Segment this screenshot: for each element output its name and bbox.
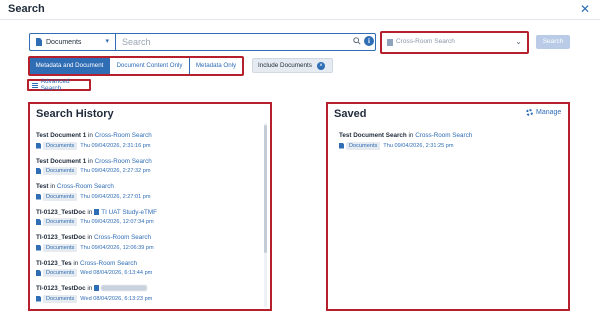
entry-location-link[interactable]: Cross-Room Search xyxy=(94,234,151,241)
gear-icon xyxy=(526,109,533,116)
close-icon[interactable]: ✕ xyxy=(580,2,590,16)
history-entry[interactable]: Test Document 1 in Cross-Room Search Doc… xyxy=(36,157,258,183)
entry-badge: Documents xyxy=(43,167,78,175)
entry-badge: Documents xyxy=(43,192,78,201)
search-icon[interactable] xyxy=(353,37,361,45)
advanced-search-label: Advanced Search xyxy=(40,78,70,92)
history-scroll-thumb[interactable] xyxy=(264,125,267,253)
history-entry[interactable]: Test in Cross-Room Search Documents Thu 0… xyxy=(36,182,258,208)
document-icon xyxy=(36,295,41,302)
cross-room-dropdown[interactable]: Cross-Room Search ⌄ xyxy=(380,31,529,54)
entry-location-link[interactable]: Cross-Room Search xyxy=(80,260,137,267)
entry-in-text: in xyxy=(408,132,414,139)
document-icon xyxy=(36,168,41,174)
include-documents-pill[interactable]: Include Documents × xyxy=(252,58,333,73)
history-entry[interactable]: TI-0123_Tes in Cross-Room Search Documen… xyxy=(36,259,258,285)
entry-badge: Documents xyxy=(43,269,78,277)
entry-name: TI-0123_TestDoc xyxy=(36,234,86,241)
entry-in-text: in xyxy=(88,132,93,139)
manage-label: Manage xyxy=(536,109,562,116)
entry-date: Thu 09/04/2026, 2:31:25 pm xyxy=(383,142,454,149)
entry-location-link[interactable]: Cross-Room Search xyxy=(95,158,152,165)
saved-title: Saved xyxy=(334,108,367,120)
entry-date: Thu 09/04/2026, 12:06:39 pm xyxy=(80,244,154,251)
document-icon xyxy=(36,219,41,225)
entry-badge: Documents xyxy=(43,294,78,303)
study-room-icon xyxy=(94,285,100,291)
toggle-metadata-only[interactable]: Metadata Only xyxy=(190,58,242,74)
search-mode-toggle: Metadata and Document Document Content O… xyxy=(28,56,244,76)
saved-searches-list: Test Document Search in Cross-Room Searc… xyxy=(339,131,561,157)
history-entry[interactable]: TI-0123_TestDoc in Documents Wed 08/04/20… xyxy=(36,284,258,309)
search-history-title: Search History xyxy=(36,108,114,120)
redacted-location xyxy=(101,285,148,291)
history-entry[interactable]: TI-0123_TestDoc in Cross-Room Search Doc… xyxy=(36,233,258,259)
search-history-panel: Search History Test Document 1 in Cross-… xyxy=(28,102,272,311)
entry-date: Thu 09/04/2026, 2:31:16 pm xyxy=(80,142,151,149)
entry-location-link[interactable]: Cross-Room Search xyxy=(57,183,114,190)
entry-location-link[interactable]: TI UAT Study-eTMF xyxy=(101,209,157,216)
entry-in-text: in xyxy=(87,234,93,241)
scope-dropdown[interactable]: Documents ▾ xyxy=(29,33,115,51)
entry-in-text: in xyxy=(87,208,93,216)
entry-location-link[interactable]: Cross-Room Search xyxy=(95,132,152,139)
entry-name: Test xyxy=(36,183,49,190)
history-entry[interactable]: Test Document 1 in Cross-Room Search Doc… xyxy=(36,131,258,157)
advanced-search-link[interactable]: Advanced Search xyxy=(27,78,91,92)
saved-searches-panel: Saved Manage Test Document Search in Cro… xyxy=(326,102,570,311)
saved-entry[interactable]: Test Document Search in Cross-Room Searc… xyxy=(339,131,561,157)
entry-badge: Documents xyxy=(43,218,78,226)
search-history-list[interactable]: Test Document 1 in Cross-Room Search Doc… xyxy=(36,131,258,309)
document-icon xyxy=(36,142,41,149)
info-icon[interactable]: i xyxy=(364,36,374,46)
search-input-wrapper: i xyxy=(115,33,376,51)
entry-badge: Documents xyxy=(43,243,78,252)
document-icon xyxy=(36,38,42,46)
history-scrollbar[interactable] xyxy=(264,123,267,307)
chevron-down-icon: ⌄ xyxy=(515,37,522,46)
cross-room-placeholder: Cross-Room Search xyxy=(396,38,455,45)
entry-in-text: in xyxy=(73,259,79,267)
entry-in-text: in xyxy=(50,183,56,190)
entry-location-link[interactable]: Cross-Room Search xyxy=(415,132,472,139)
dialog-title-bar: Search ✕ xyxy=(0,0,600,20)
search-input[interactable] xyxy=(116,34,346,50)
entry-name: TI-0123_TestDoc xyxy=(36,208,86,216)
entry-name: TI-0123_Tes xyxy=(36,259,72,267)
sliders-icon xyxy=(32,82,38,88)
document-icon xyxy=(36,244,41,251)
document-icon xyxy=(36,270,41,276)
dialog-title: Search xyxy=(8,3,45,15)
manage-button[interactable]: Manage xyxy=(526,109,561,116)
remove-filter-icon[interactable]: × xyxy=(317,62,325,70)
toggle-document-content-only[interactable]: Document Content Only xyxy=(110,58,190,74)
entry-name: Test Document 1 xyxy=(36,157,87,165)
entry-name: Test Document 1 xyxy=(36,132,87,139)
entry-in-text: in xyxy=(88,157,93,165)
entry-name: TI-0123_TestDoc xyxy=(36,285,86,292)
search-button[interactable]: Search xyxy=(536,35,570,49)
entry-date: Thu 09/04/2026, 12:07:34 pm xyxy=(80,219,154,225)
entry-date: Wed 08/04/2026, 6:13:44 pm xyxy=(80,270,153,276)
entry-badge: Documents xyxy=(346,141,381,150)
document-icon xyxy=(339,142,344,149)
entry-badge: Documents xyxy=(43,141,78,150)
entry-date: Wed 08/04/2026, 6:13:23 pm xyxy=(80,295,153,302)
scope-dropdown-label: Documents xyxy=(46,38,82,46)
study-room-icon xyxy=(94,208,100,215)
entry-date: Thu 09/04/2026, 2:27:32 pm xyxy=(80,168,151,174)
entry-name: Test Document Search xyxy=(339,132,407,139)
document-icon xyxy=(36,193,41,200)
entry-in-text: in xyxy=(87,285,93,292)
toggle-metadata-and-document[interactable]: Metadata and Document xyxy=(30,58,110,74)
building-icon xyxy=(387,39,393,46)
entry-date: Thu 09/04/2026, 2:27:01 pm xyxy=(80,193,151,200)
history-entry[interactable]: TI-0123_TestDoc in TI UAT Study-eTMF Docu… xyxy=(36,208,258,234)
include-documents-label: Include Documents xyxy=(258,62,312,69)
chevron-down-icon: ▾ xyxy=(105,38,109,45)
